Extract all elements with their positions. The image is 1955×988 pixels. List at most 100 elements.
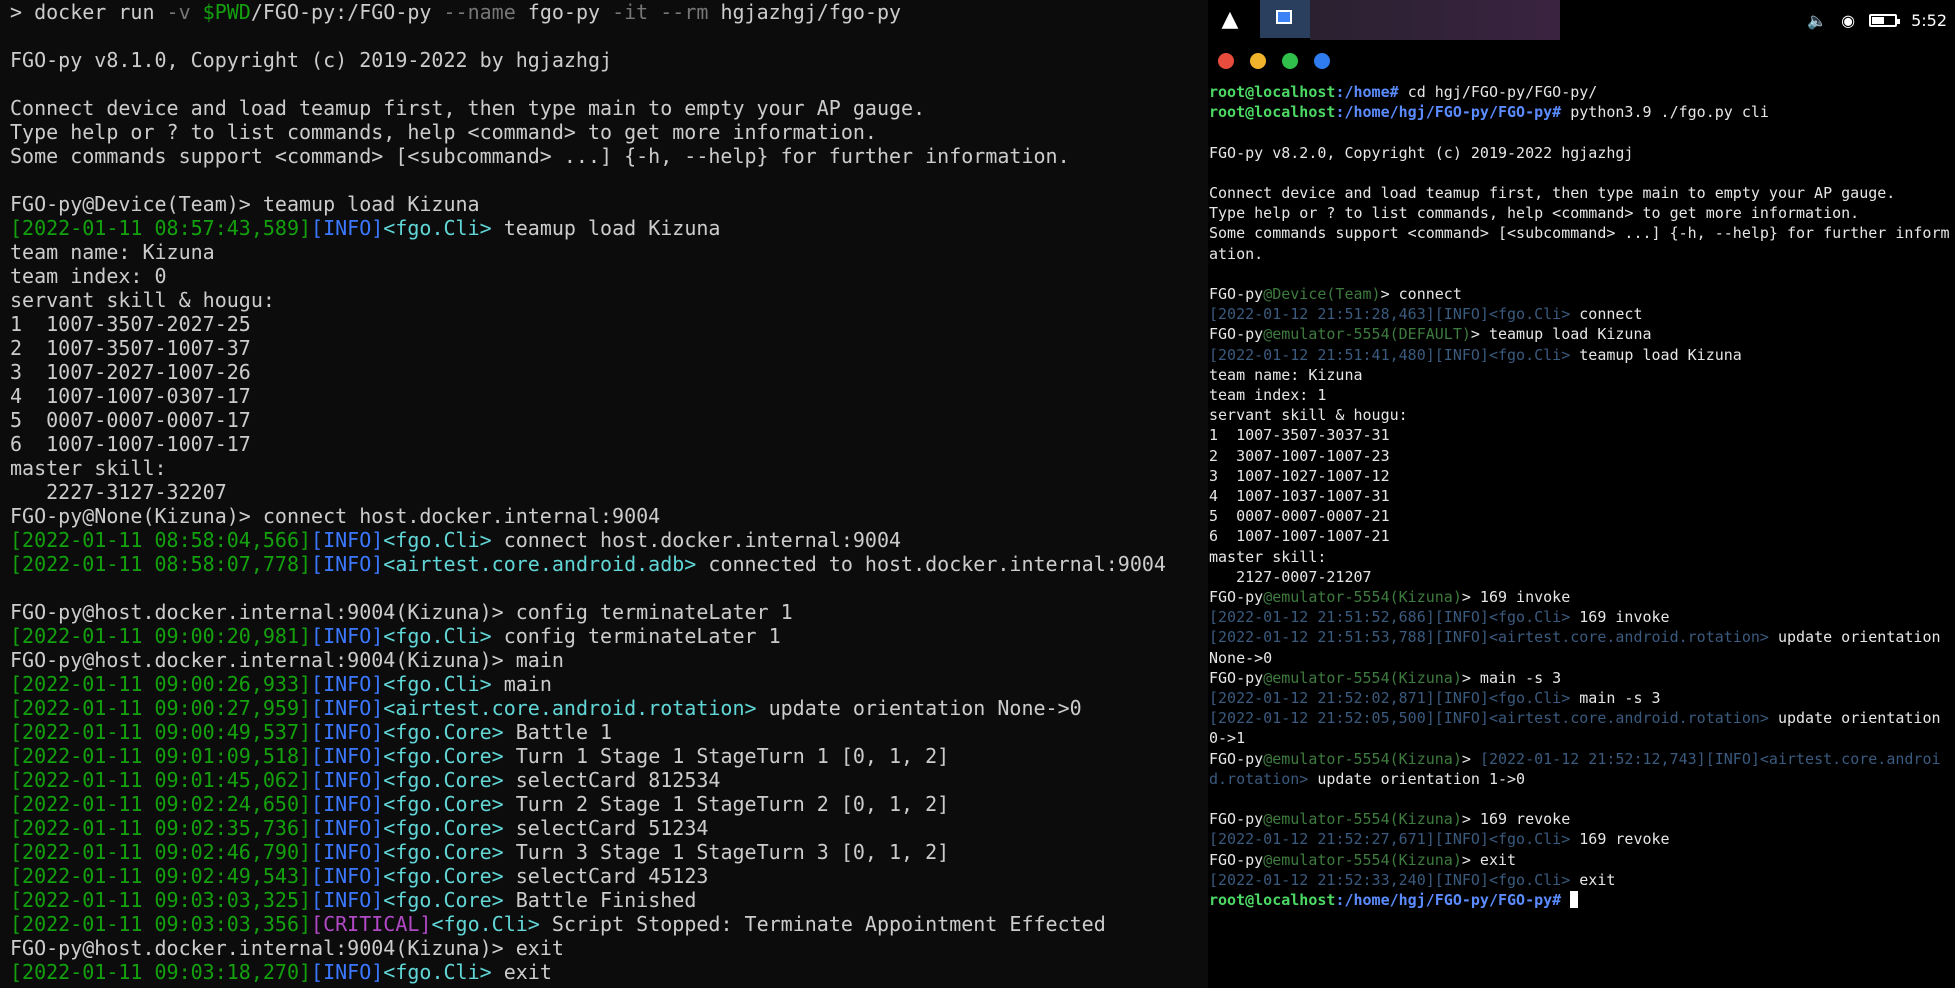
- terminal-text: 6 1007-1007-1007-21: [1209, 527, 1390, 546]
- terminal-text: <fgo.Cli>: [383, 672, 492, 696]
- terminal-text: @Device(Team): [1263, 284, 1381, 303]
- terminal-text: > connect: [1380, 284, 1462, 303]
- left-terminal-line: FGO-py@host.docker.internal:9004(Kizuna)…: [10, 600, 1208, 624]
- terminal-text: 3 1007-1027-1007-12: [1209, 466, 1390, 485]
- terminal-text: Turn 1 Stage 1 StageTurn 1 [0, 1, 2]: [503, 744, 950, 768]
- terminal-text: <fgo.Core>: [383, 720, 504, 744]
- right-terminal-line: root@localhost:/home# cd hgj/FGO-py/FGO-…: [1209, 82, 1954, 102]
- terminal-text: [INFO]: [311, 552, 384, 576]
- terminal-text: 1 1007-3507-2027-25: [10, 312, 251, 336]
- right-terminal-line: Type help or ? to list commands, help <c…: [1209, 203, 1954, 223]
- right-terminal-line: [1209, 789, 1954, 809]
- left-terminal-line: FGO-py@None(Kizuna)> connect host.docker…: [10, 504, 1208, 528]
- terminal-text: [2022-01-11 09:00:27,959]: [10, 696, 312, 720]
- terminal-text: [INFO]: [311, 864, 384, 888]
- right-terminal-line: FGO-py@emulator-5554(Kizuna)> 169 invoke: [1209, 587, 1954, 607]
- terminal-text: [INFO]: [311, 792, 384, 816]
- terminal-text: Some commands support <command> [<subcom…: [10, 144, 1070, 168]
- terminal-text: update orientation None->0: [756, 696, 1082, 720]
- left-terminal-line: [2022-01-11 09:02:46,790][INFO]<fgo.Core…: [10, 840, 1208, 864]
- terminal-text: [INFO]: [311, 888, 384, 912]
- terminal-text: 2127-0007-21207: [1209, 567, 1372, 586]
- left-terminal-line: 5 0007-0007-0007-17: [10, 408, 1208, 432]
- terminal-text: [2022-01-11 08:58:04,566]: [10, 528, 312, 552]
- terminal-text: FGO-py v8.1.0, Copyright (c) 2019-2022 b…: [10, 48, 613, 72]
- terminal-text: <airtest.core.android.rotation>: [383, 696, 757, 720]
- left-terminal-line: [2022-01-11 09:00:49,537][INFO]<fgo.Core…: [10, 720, 1208, 744]
- terminal-text: [2022-01-11 09:03:18,270]: [10, 960, 312, 984]
- left-terminal-line: [2022-01-11 08:57:43,589][INFO]<fgo.Cli>…: [10, 216, 1208, 240]
- close-window-button[interactable]: [1218, 53, 1234, 69]
- terminal-text: Battle 1: [503, 720, 613, 744]
- battery-icon[interactable]: [1869, 13, 1901, 27]
- linux-terminal-output[interactable]: root@localhost:/home# cd hgj/FGO-py/FGO-…: [1208, 82, 1954, 910]
- terminal-text: [INFO]: [311, 624, 384, 648]
- terminal-text: [INFO]: [311, 720, 384, 744]
- right-terminal-line: 3 1007-1027-1007-12: [1209, 466, 1954, 486]
- terminal-text: /FGO-py:/FGO-py: [250, 0, 444, 24]
- terminal-text: FGO-py@None(Kizuna)> connect host.docker…: [10, 504, 661, 528]
- left-terminal-line: [2022-01-11 09:01:09,518][INFO]<fgo.Core…: [10, 744, 1208, 768]
- left-terminal-line: [2022-01-11 09:03:03,356][CRITICAL]<fgo.…: [10, 912, 1208, 936]
- terminal-text: master skill:: [10, 456, 167, 480]
- terminal-text: <fgo.Core>: [383, 792, 504, 816]
- right-terminal-line: FGO-py@emulator-5554(Kizuna)> main -s 3: [1209, 668, 1954, 688]
- window-icon: [1276, 10, 1292, 24]
- right-terminal-line: servant skill & hougu:: [1209, 405, 1954, 425]
- right-terminal-line: FGO-py@emulator-5554(DEFAULT)> teamup lo…: [1209, 324, 1954, 344]
- left-terminal-line: FGO-py v8.1.0, Copyright (c) 2019-2022 b…: [10, 48, 1208, 72]
- terminal-app-button[interactable]: [1260, 0, 1310, 38]
- left-terminal-line: Some commands support <command> [<subcom…: [10, 144, 1208, 168]
- left-terminal-line: [2022-01-11 09:01:45,062][INFO]<fgo.Core…: [10, 768, 1208, 792]
- left-terminal-line: [10, 168, 1208, 192]
- terminal-text: [INFO]: [311, 216, 384, 240]
- right-terminal-line: team index: 1: [1209, 385, 1954, 405]
- maximize-window-button[interactable]: [1282, 53, 1298, 69]
- left-terminal-line: 3 1007-2027-1007-26: [10, 360, 1208, 384]
- right-terminal-line: [2022-01-12 21:51:28,463][INFO]<fgo.Cli>…: [1209, 304, 1954, 324]
- terminal-text: $PWD: [202, 0, 251, 24]
- right-terminal-line: FGO-py v8.2.0, Copyright (c) 2019-2022 h…: [1209, 143, 1954, 163]
- left-terminal-line: [2022-01-11 09:00:27,959][INFO]<airtest.…: [10, 696, 1208, 720]
- terminal-text: <fgo.Core>: [383, 864, 504, 888]
- right-terminal-line: [1209, 163, 1954, 183]
- terminal-text: @emulator-5554(Kizuna): [1263, 810, 1462, 829]
- right-terminal-line: 4 1007-1037-1007-31: [1209, 486, 1954, 506]
- left-terminal-line: 2 1007-3507-1007-37: [10, 336, 1208, 360]
- terminal-text: [INFO]: [311, 960, 384, 984]
- minimize-window-button[interactable]: [1250, 53, 1266, 69]
- left-terminal-line: [10, 24, 1208, 48]
- terminal-text: config terminateLater 1: [491, 624, 781, 648]
- right-terminal-line: [2022-01-12 21:52:02,871][INFO]<fgo.Cli>…: [1209, 688, 1954, 708]
- right-terminal-line: [2022-01-12 21:52:33,240][INFO]<fgo.Cli>…: [1209, 870, 1954, 890]
- terminal-text: <fgo.Core>: [383, 888, 504, 912]
- terminal-text: [2022-01-11 08:58:07,778]: [10, 552, 312, 576]
- terminal-text: > docker run: [10, 0, 167, 24]
- terminal-text: Battle Finished: [503, 888, 697, 912]
- terminal-text: servant skill & hougu:: [1209, 406, 1408, 425]
- terminal-text: teamup load Kizuna: [491, 216, 721, 240]
- terminal-text: -v: [166, 0, 203, 24]
- terminal-text: servant skill & hougu:: [10, 288, 275, 312]
- volume-icon[interactable]: 🔈: [1807, 11, 1827, 30]
- left-terminal-line: [2022-01-11 09:00:20,981][INFO]<fgo.Cli>…: [10, 624, 1208, 648]
- right-terminal-line: 1 1007-3507-3037-31: [1209, 425, 1954, 445]
- terminal-text: > teamup load Kizuna: [1470, 325, 1652, 344]
- clock: 5:52: [1911, 10, 1947, 30]
- terminal-text: [2022-01-12 21:52:02,871][INFO]<fgo.Cli>: [1209, 689, 1571, 708]
- launcher-icon[interactable]: ▲: [1216, 6, 1244, 34]
- terminal-text: > exit: [1461, 850, 1517, 869]
- terminal-text: <fgo.Cli>: [383, 624, 492, 648]
- terminal-text: >: [1461, 749, 1480, 768]
- terminal-text: Connect device and load teamup first, th…: [1209, 183, 1896, 202]
- extra-window-button[interactable]: [1314, 53, 1330, 69]
- linux-desktop-panel: ▲ 🔈 ◉ 5:52 root@localhost:/home# cd hgj/…: [1208, 0, 1955, 988]
- taskbar-strip: [1310, 0, 1560, 40]
- terminal-text: master skill:: [1209, 547, 1327, 566]
- wifi-icon[interactable]: ◉: [1841, 11, 1855, 30]
- docker-terminal[interactable]: > docker run -v $PWD/FGO-py:/FGO-py --na…: [0, 0, 1208, 988]
- battery-level-fill: [1872, 16, 1885, 24]
- terminal-text: [2022-01-11 09:01:09,518]: [10, 744, 312, 768]
- terminal-text: [2022-01-12 21:52:05,500][INFO]<airtest.…: [1209, 709, 1769, 728]
- top-taskbar: ▲ 🔈 ◉ 5:52: [1208, 0, 1955, 40]
